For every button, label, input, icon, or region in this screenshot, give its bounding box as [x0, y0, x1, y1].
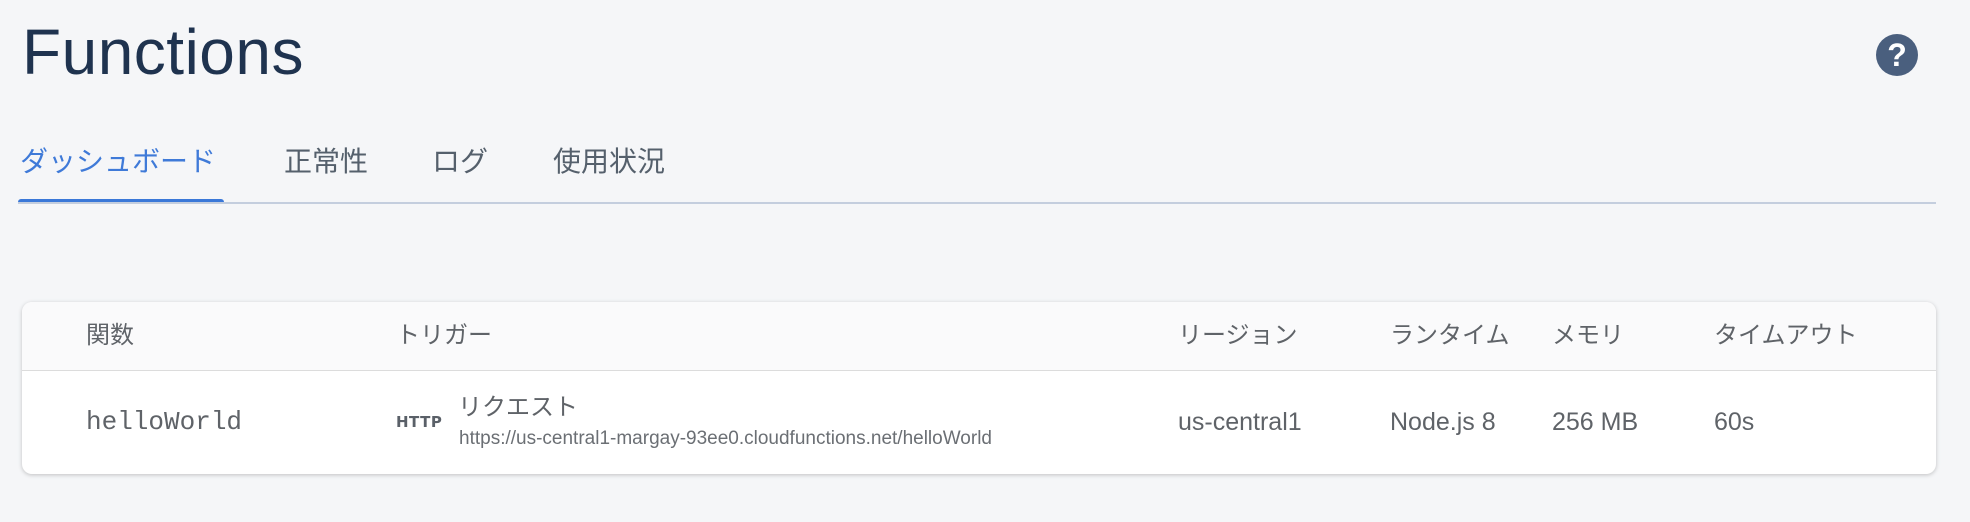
page-title: Functions — [22, 16, 304, 88]
tab-health-label: 正常性 — [284, 146, 369, 177]
question-mark-icon: ? — [1887, 37, 1907, 73]
tab-health[interactable]: 正常性 — [284, 140, 368, 204]
column-header-runtime: ランタイム — [1390, 322, 1510, 349]
help-button[interactable]: ? — [1876, 34, 1918, 76]
trigger-url[interactable]: https://us-central1-margay-93ee0.cloudfu… — [459, 427, 992, 451]
tab-logs-label: ログ — [432, 146, 489, 177]
tab-dashboard-label: ダッシュボード — [20, 146, 217, 177]
tab-usage[interactable]: 使用状況 — [553, 140, 665, 204]
column-header-trigger: トリガー — [396, 322, 492, 349]
region-value: us-central1 — [1178, 408, 1302, 436]
tabs-divider — [18, 202, 1936, 204]
timeout-value: 60s — [1714, 408, 1755, 436]
table-header: 関数 トリガー リージョン ランタイム メモリ タイムアウト — [22, 302, 1936, 371]
runtime-value: Node.js 8 — [1390, 408, 1496, 436]
tab-dashboard[interactable]: ダッシュボード — [18, 140, 224, 204]
functions-table: 関数 トリガー リージョン ランタイム メモリ タイムアウト helloWorl… — [22, 302, 1936, 474]
column-header-timeout: タイムアウト — [1714, 322, 1858, 349]
trigger-type: リクエスト — [458, 394, 578, 421]
tab-usage-label: 使用状況 — [553, 146, 666, 177]
tab-bar: ダッシュボード 正常性 ログ 使用状況 — [18, 140, 1936, 204]
column-header-memory: メモリ — [1552, 322, 1624, 349]
http-trigger-icon: HTTP — [396, 413, 443, 431]
memory-value: 256 MB — [1552, 408, 1639, 436]
table-row[interactable]: helloWorld HTTP リクエスト https://us-central… — [22, 371, 1936, 474]
functions-page: Functions ? ダッシュボード 正常性 ログ 使用状況 関数 トリガー … — [0, 0, 1970, 522]
column-header-function: 関数 — [86, 322, 134, 349]
column-header-region: リージョン — [1178, 322, 1298, 349]
tab-logs[interactable]: ログ — [432, 140, 488, 204]
function-name[interactable]: helloWorld — [86, 371, 242, 474]
